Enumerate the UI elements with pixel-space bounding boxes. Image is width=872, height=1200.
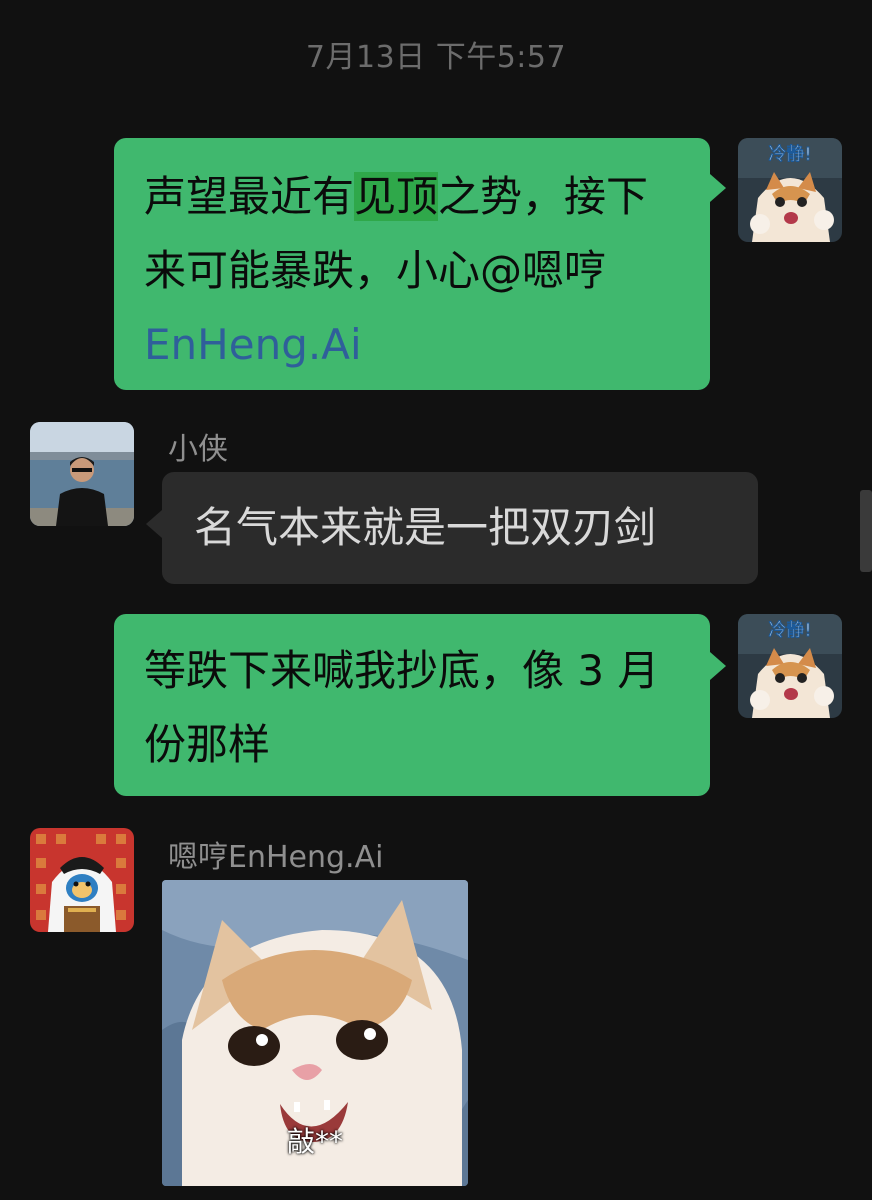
- self-avatar[interactable]: 冷静!: [738, 614, 842, 718]
- bubble-tail: [710, 174, 726, 202]
- message-bubble-outgoing[interactable]: 等跌下来喊我抄底，像 3 月份那样: [114, 614, 710, 796]
- penguin-cartoon-avatar-image: [30, 828, 134, 932]
- sender-name: 小侠: [168, 432, 228, 467]
- chat-timestamp: 7月13日 下午5:57: [305, 40, 567, 75]
- sender-name: 嗯哼EnHeng.Ai: [168, 840, 384, 875]
- scrollbar-thumb[interactable]: [860, 490, 872, 572]
- message-text: 声望最近有: [144, 172, 355, 221]
- message-bubble-outgoing[interactable]: 声望最近有见顶之势，接下来可能暴跌，小心@嗯哼EnHeng.Ai: [114, 138, 710, 390]
- highlighted-text[interactable]: 见顶: [354, 172, 439, 221]
- image-caption-text: 敲**: [286, 1125, 343, 1158]
- sticker-text: 冷静!: [768, 620, 811, 641]
- person-photo-avatar-image: [30, 422, 134, 526]
- sticker-text: 冷静!: [768, 144, 811, 165]
- message-text: 等跌下来喊我抄底，像 3 月份那样: [144, 646, 660, 769]
- self-avatar[interactable]: 冷静!: [738, 138, 842, 242]
- contact-avatar-xiaoxia[interactable]: [30, 422, 134, 526]
- cat-sticker-avatar-image: 冷静!: [738, 614, 842, 718]
- cat-sticker-avatar-image: 冷静!: [738, 138, 842, 242]
- bubble-tail: [710, 652, 726, 680]
- mention-link[interactable]: EnHeng.Ai: [144, 320, 362, 369]
- contact-avatar-enheng[interactable]: [30, 828, 134, 932]
- message-text: 名气本来就是一把双刃剑: [194, 503, 657, 552]
- bubble-tail: [146, 510, 162, 538]
- image-message[interactable]: 敲**: [162, 880, 468, 1186]
- message-bubble-incoming[interactable]: 名气本来就是一把双刃剑: [162, 472, 758, 584]
